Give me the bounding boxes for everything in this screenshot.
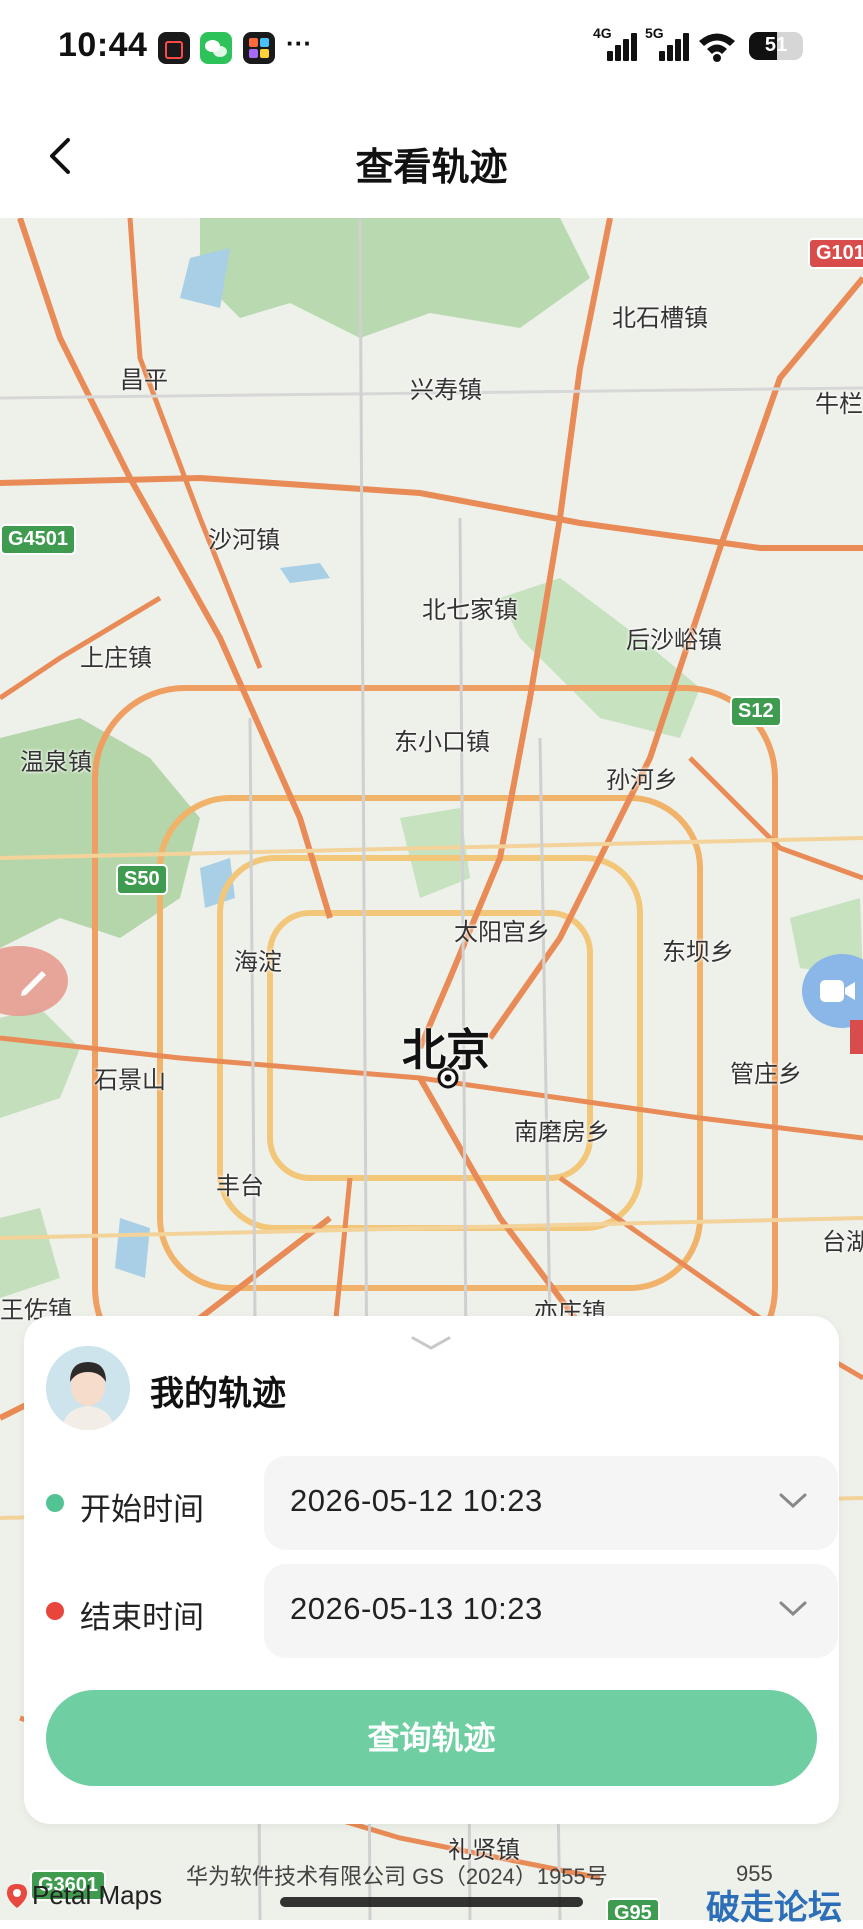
road-shield: S50 bbox=[116, 864, 168, 895]
road-shield: G101 bbox=[808, 238, 863, 269]
map-label-city: 北京 bbox=[402, 1026, 490, 1075]
signal-5g-icon: 5G bbox=[645, 25, 691, 63]
road-shield: S12 bbox=[730, 696, 782, 727]
map-label: 北石槽镇 bbox=[612, 305, 708, 332]
map-label: 丰台 bbox=[216, 1173, 264, 1200]
page-title: 查看轨迹 bbox=[355, 147, 508, 189]
map-label: 上庄镇 bbox=[80, 645, 152, 672]
chevron-down-icon bbox=[779, 1493, 807, 1509]
status-right: 4G 5G 51 bbox=[593, 25, 803, 66]
video-camera-icon bbox=[820, 980, 855, 1002]
watermark: 破走论坛 bbox=[706, 1889, 842, 1927]
status-time: 10:44 bbox=[58, 26, 148, 64]
map-label: 昌平 bbox=[120, 367, 168, 394]
road-shield: G95 bbox=[606, 1898, 660, 1920]
more-notifications-icon: ··· bbox=[286, 28, 312, 58]
map-label: 兴寿镇 bbox=[410, 377, 482, 404]
panel-title: 我的轨迹 bbox=[150, 1375, 286, 1413]
chevron-down-icon[interactable] bbox=[409, 1334, 453, 1354]
end-dot-icon bbox=[46, 1602, 64, 1620]
avatar bbox=[46, 1346, 130, 1430]
map-label: 后沙峪镇 bbox=[626, 627, 722, 654]
map-label: 沙河镇 bbox=[208, 527, 280, 554]
map-label: 太阳宫乡 bbox=[454, 919, 550, 946]
status-bar: 10:44 ··· 4G 5G 51 bbox=[0, 0, 863, 98]
map-label: 温泉镇 bbox=[20, 749, 92, 776]
end-time-label: 结束时间 bbox=[80, 1600, 204, 1635]
map-pin-icon bbox=[7, 1883, 27, 1908]
home-indicator[interactable] bbox=[280, 1897, 583, 1907]
battery-icon: 51 bbox=[749, 32, 803, 60]
map-label: 东坝乡 bbox=[662, 939, 734, 966]
signal-4g-icon: 4G bbox=[593, 25, 639, 63]
road-shield-edge bbox=[850, 1020, 863, 1054]
start-time-label: 开始时间 bbox=[80, 1492, 204, 1527]
wechat-icon bbox=[200, 32, 232, 64]
start-time-row: 开始时间 2026-05-12 10:23 bbox=[46, 1456, 838, 1550]
user-avatar-icon bbox=[46, 1346, 130, 1430]
video-app-icon bbox=[158, 32, 190, 64]
title-bar: 查看轨迹 bbox=[0, 98, 863, 218]
map-label: 管庄乡 bbox=[730, 1061, 802, 1088]
petal-maps-logo: Petal Maps bbox=[6, 1880, 162, 1911]
map-label: 东小口镇 bbox=[394, 729, 490, 756]
map-copyright: 华为软件技术有限公司 GS（2024）1955号 bbox=[186, 1864, 608, 1889]
start-time-value: 2026-05-12 10:23 bbox=[290, 1483, 543, 1518]
map-label: 台湖 bbox=[822, 1229, 863, 1256]
end-time-value: 2026-05-13 10:23 bbox=[290, 1591, 543, 1626]
start-dot-icon bbox=[46, 1494, 64, 1512]
map-label: 石景山 bbox=[94, 1067, 166, 1094]
end-time-row: 结束时间 2026-05-13 10:23 bbox=[46, 1564, 838, 1658]
app-grid-icon bbox=[243, 32, 275, 64]
wifi-icon bbox=[699, 33, 735, 62]
query-track-button[interactable]: 查询轨迹 bbox=[46, 1690, 817, 1786]
road-shield: G4501 bbox=[0, 524, 77, 555]
map-label: 海淀 bbox=[234, 949, 282, 976]
end-time-select[interactable]: 2026-05-13 10:23 bbox=[264, 1564, 838, 1658]
map-label: 牛栏 bbox=[815, 391, 863, 418]
map-label: 北七家镇 bbox=[422, 597, 518, 624]
pencil-icon bbox=[21, 971, 46, 996]
map-label: 南磨房乡 bbox=[514, 1119, 610, 1146]
track-query-panel: 我的轨迹 开始时间 2026-05-12 10:23 结束时间 2026-05-… bbox=[24, 1316, 839, 1824]
start-time-select[interactable]: 2026-05-12 10:23 bbox=[264, 1456, 838, 1550]
map-label: 孙河乡 bbox=[606, 767, 678, 794]
chevron-down-icon bbox=[779, 1601, 807, 1617]
